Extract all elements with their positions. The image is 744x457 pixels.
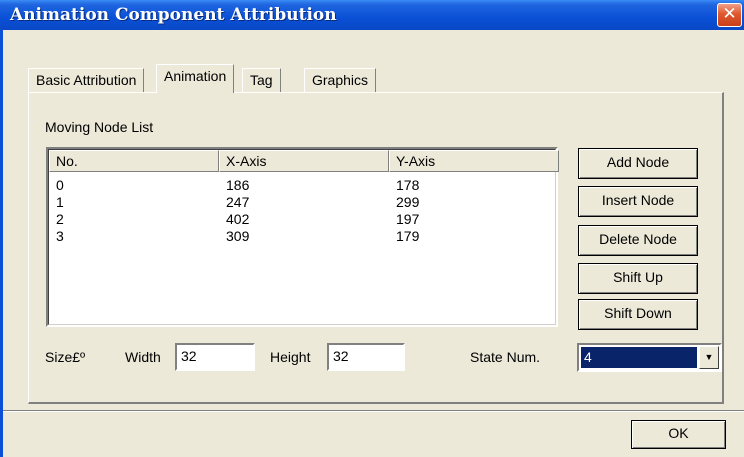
- window-frame: [0, 30, 3, 457]
- state-num-label: State Num.: [470, 349, 541, 365]
- cell-y: 197: [396, 211, 420, 227]
- height-label: Height: [270, 349, 311, 365]
- size-label: Size£º: [45, 349, 86, 365]
- moving-node-list-label: Moving Node List: [45, 119, 154, 135]
- chevron-down-icon: ▼: [704, 352, 714, 362]
- title-bar[interactable]: Animation Component Attribution ✕: [0, 0, 744, 30]
- dropdown-button[interactable]: ▼: [699, 346, 719, 369]
- node-list[interactable]: No. X-Axis Y-Axis 0 186 178 1 247 299 2 …: [46, 147, 559, 327]
- list-item[interactable]: 1 247 299: [49, 194, 555, 211]
- add-node-button[interactable]: Add Node: [578, 148, 698, 179]
- tab-basic-attribution[interactable]: Basic Attribution: [28, 68, 145, 92]
- height-field[interactable]: 32: [327, 343, 405, 371]
- list-item[interactable]: 3 309 179: [49, 228, 555, 245]
- list-item[interactable]: 2 402 197: [49, 211, 555, 228]
- ok-button[interactable]: OK: [631, 420, 726, 449]
- cell-y: 178: [396, 177, 420, 193]
- close-button[interactable]: ✕: [717, 3, 742, 27]
- list-header: No. X-Axis Y-Axis: [49, 150, 559, 172]
- column-header-y-axis[interactable]: Y-Axis: [389, 150, 559, 172]
- column-header-no[interactable]: No.: [49, 150, 219, 172]
- state-num-select[interactable]: 4 ▼: [577, 343, 722, 372]
- cell-y: 179: [396, 228, 420, 244]
- delete-node-button[interactable]: Delete Node: [578, 225, 698, 256]
- window-title: Animation Component Attribution: [10, 5, 337, 25]
- cell-no: 2: [56, 211, 64, 227]
- cell-x: 186: [226, 177, 250, 193]
- tab-tag[interactable]: Tag: [242, 68, 281, 92]
- divider: [3, 410, 744, 412]
- width-field[interactable]: 32: [175, 343, 255, 371]
- cell-y: 299: [396, 194, 420, 210]
- cell-x: 247: [226, 194, 250, 210]
- shift-down-button[interactable]: Shift Down: [578, 299, 698, 330]
- column-header-x-axis[interactable]: X-Axis: [219, 150, 389, 172]
- state-num-value: 4: [581, 347, 697, 368]
- shift-up-button[interactable]: Shift Up: [578, 263, 698, 294]
- list-item[interactable]: 0 186 178: [49, 177, 555, 194]
- cell-x: 402: [226, 211, 250, 227]
- width-label: Width: [125, 349, 161, 365]
- cell-no: 0: [56, 177, 64, 193]
- tab-animation[interactable]: Animation: [156, 64, 235, 93]
- close-icon: ✕: [722, 4, 737, 24]
- cell-no: 3: [56, 228, 64, 244]
- cell-no: 1: [56, 194, 64, 210]
- tab-graphics[interactable]: Graphics: [304, 68, 377, 92]
- insert-node-button[interactable]: Insert Node: [578, 186, 698, 217]
- cell-x: 309: [226, 228, 250, 244]
